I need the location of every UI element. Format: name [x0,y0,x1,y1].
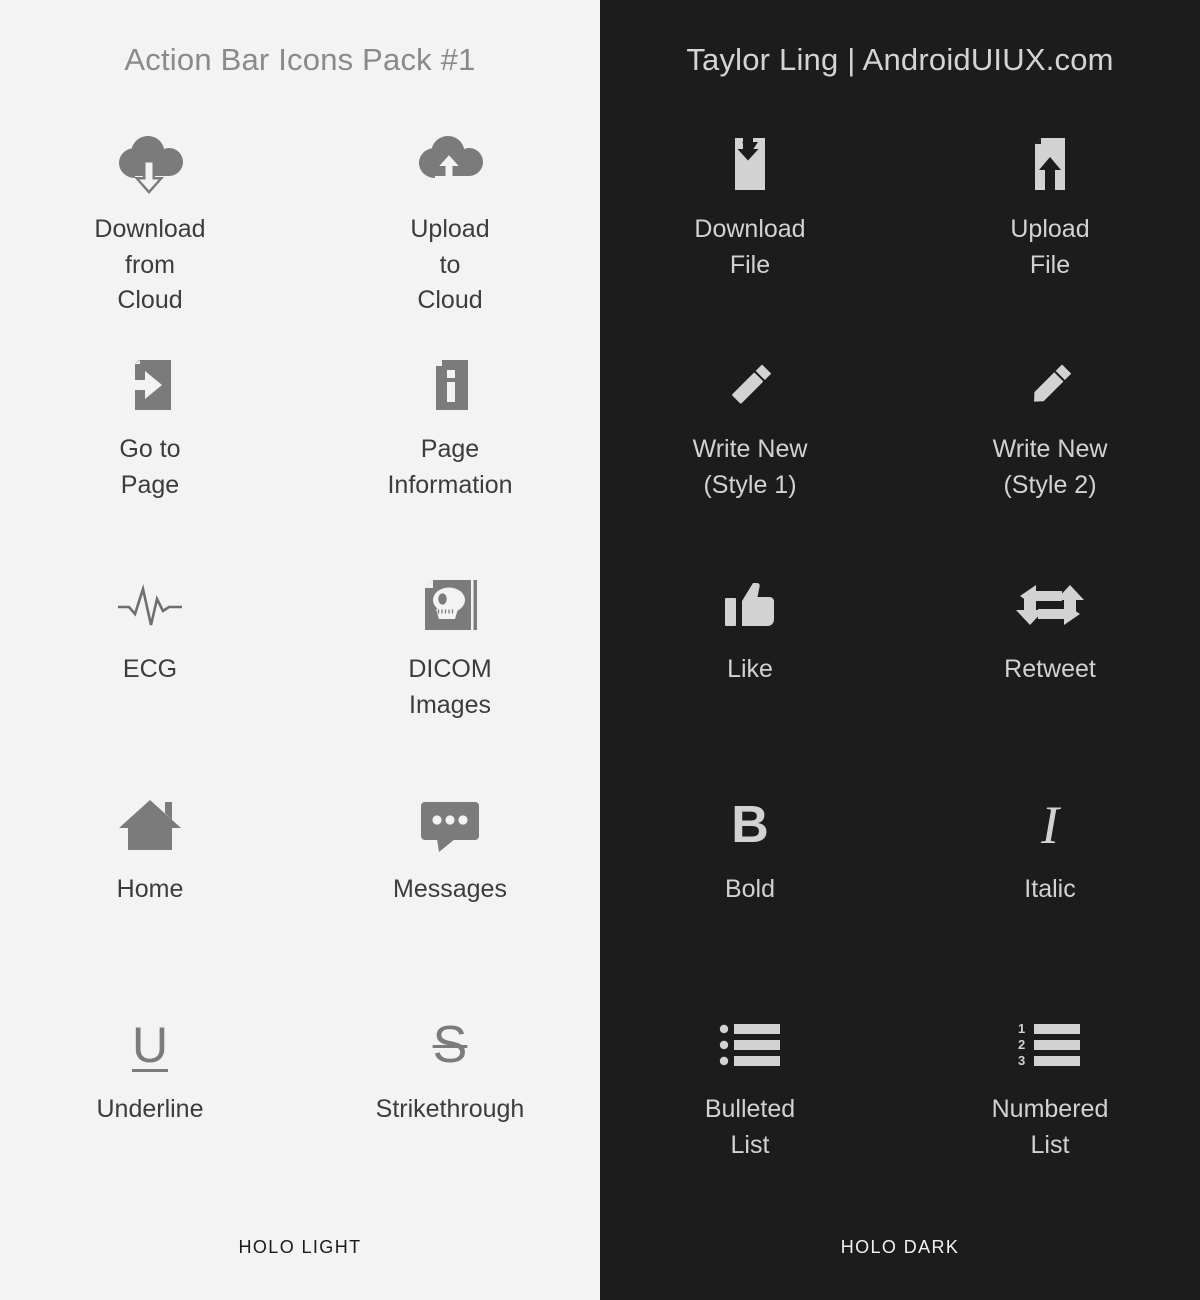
icon-cell-write-new-style-1[interactable]: Write New (Style 1) [600,332,900,552]
icon-pack-board: Action Bar Icons Pack #1 Download from C… [0,0,1200,1300]
go-to-page-icon[interactable] [119,348,181,422]
icon-cell-underline[interactable]: U Underline [0,992,300,1212]
numbered-list-icon[interactable]: 1 2 3 [1018,1008,1082,1082]
icon-cell-numbered-list[interactable]: 1 2 3 Numbered List [900,992,1200,1212]
cloud-upload-icon[interactable] [415,128,485,202]
dark-panel-title: Taylor Ling | AndroidUIUX.com [686,42,1114,77]
light-panel-footer: HOLO LIGHT [238,1237,362,1257]
home-icon[interactable] [117,788,183,862]
page-information-icon[interactable] [428,348,472,422]
icon-cell-messages[interactable]: Messages [300,772,600,992]
holo-dark-panel: Taylor Ling | AndroidUIUX.com Download F… [600,0,1200,1300]
icon-cell-upload-file[interactable]: Upload File [900,112,1200,332]
icon-label: Home [116,875,184,903]
pencil-style1-icon[interactable] [719,348,781,422]
icon-cell-home[interactable]: Home [0,772,300,992]
icon-label: Page Information [387,435,513,499]
italic-glyph: I [1041,795,1059,855]
pencil-style2-icon[interactable] [1019,348,1081,422]
icon-cell-retweet[interactable]: Retweet [900,552,1200,772]
icon-label: Download File [694,215,806,279]
icon-cell-download-from-cloud[interactable]: Download from Cloud [0,112,300,332]
holo-light-panel: Action Bar Icons Pack #1 Download from C… [0,0,600,1300]
icon-cell-upload-to-cloud[interactable]: Upload to Cloud [300,112,600,332]
icon-label: Italic [1024,875,1076,903]
bulleted-list-icon[interactable] [718,1008,782,1082]
icon-cell-bulleted-list[interactable]: Bulleted List [600,992,900,1212]
dicom-images-icon[interactable] [419,568,481,642]
icon-cell-ecg[interactable]: ECG [0,552,300,772]
thumbs-up-icon[interactable] [722,568,778,642]
bold-icon[interactable]: B [731,788,769,862]
icon-label: Upload to Cloud [410,215,490,314]
icon-cell-write-new-style-2[interactable]: Write New (Style 2) [900,332,1200,552]
icon-label: Write New (Style 2) [992,435,1108,499]
icon-label: Retweet [1004,655,1096,683]
underline-icon[interactable]: U [132,1008,168,1082]
cloud-download-icon[interactable] [115,128,185,202]
icon-cell-italic[interactable]: I Italic [900,772,1200,992]
list-number-1: 1 [1018,1022,1025,1036]
icon-label: Numbered List [991,1095,1109,1159]
icon-label: ECG [122,655,178,683]
icon-cell-bold[interactable]: B Bold [600,772,900,992]
retweet-icon[interactable] [1014,568,1086,642]
icon-label: Upload File [1010,215,1090,279]
icon-label: Like [727,655,773,683]
dark-panel-footer: HOLO DARK [840,1237,960,1257]
light-icon-grid: Download from Cloud Upload to Cloud Go t… [0,112,600,1212]
icon-cell-go-to-page[interactable]: Go to Page [0,332,300,552]
italic-icon[interactable]: I [1041,788,1059,862]
icon-cell-page-information[interactable]: Page Information [300,332,600,552]
icon-cell-dicom-images[interactable]: DICOM Images [300,552,600,772]
list-number-3: 3 [1018,1053,1025,1068]
icon-label: Messages [393,875,507,903]
messages-icon[interactable] [417,788,483,862]
list-number-2: 2 [1018,1037,1025,1052]
icon-label: DICOM Images [408,655,492,719]
strikethrough-icon[interactable]: S [433,1008,468,1082]
icon-label: Bold [724,875,776,903]
icon-label: Underline [96,1095,204,1123]
icon-label: Bulleted List [704,1095,796,1159]
bold-glyph: B [731,796,769,854]
ecg-icon[interactable] [115,568,185,642]
strikethrough-glyph: S [432,1016,468,1074]
light-panel-title: Action Bar Icons Pack #1 [124,42,476,77]
icon-label: Write New (Style 1) [692,435,808,499]
icon-cell-download-file[interactable]: Download File [600,112,900,332]
file-upload-icon[interactable] [1027,128,1073,202]
icon-cell-strikethrough[interactable]: S Strikethrough [300,992,600,1212]
icon-label: Strikethrough [375,1095,525,1123]
dark-icon-grid: Download File Upload File Write New (Sty… [600,112,1200,1212]
file-download-icon[interactable] [727,128,773,202]
icon-label: Go to Page [119,435,181,499]
icon-cell-like[interactable]: Like [600,552,900,772]
underline-glyph: U [131,1017,169,1073]
icon-label: Download from Cloud [94,215,206,314]
